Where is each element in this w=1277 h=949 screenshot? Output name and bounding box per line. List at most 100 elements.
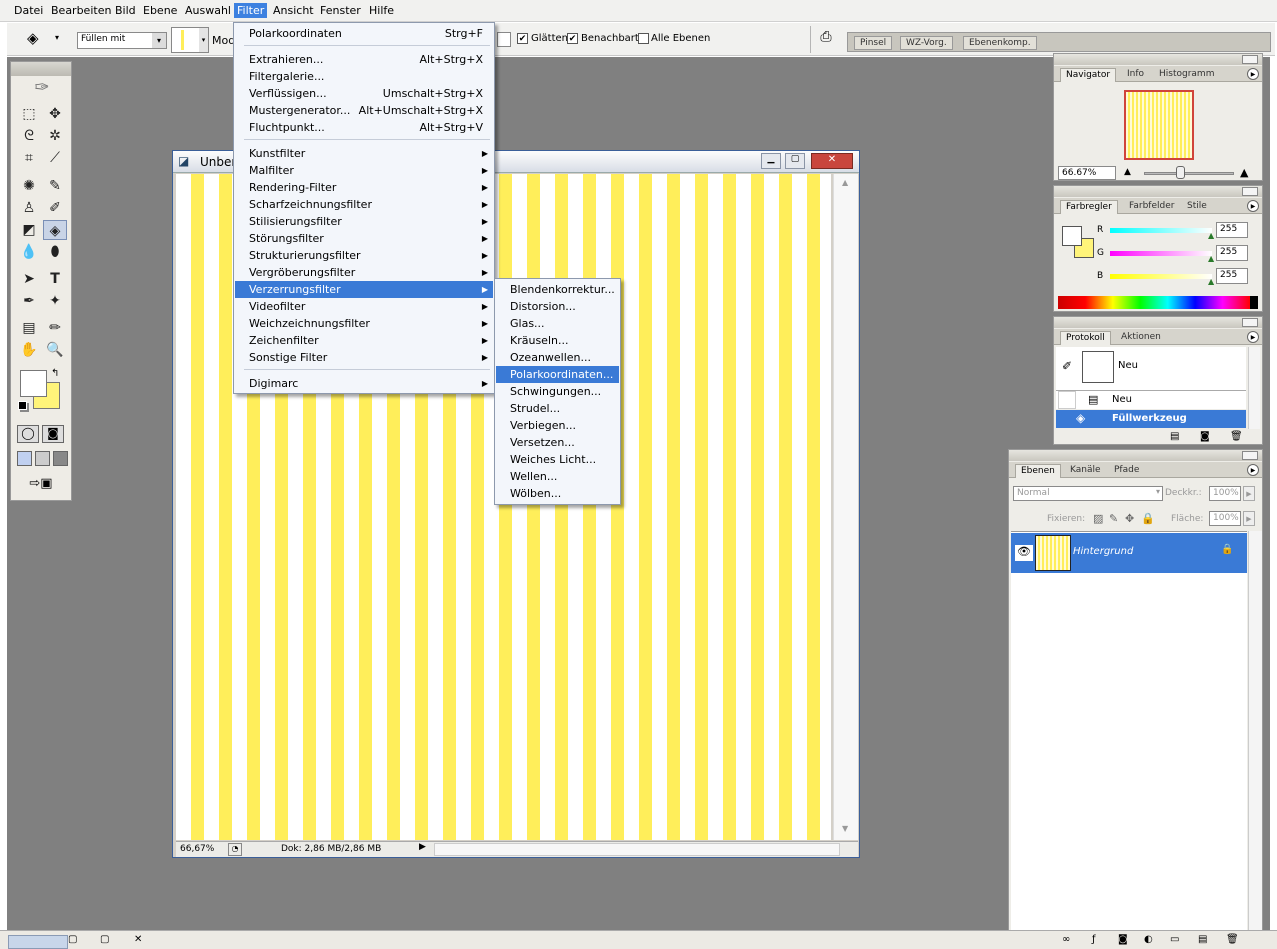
screen-mode-full-menu-icon[interactable] [35, 451, 50, 466]
navigator-zoom-field[interactable]: 66.67% [1058, 166, 1116, 180]
status-options-icon[interactable]: ◔ [228, 843, 242, 856]
minimize-button[interactable]: ▁ [761, 153, 781, 169]
panel-title-bar[interactable] [1054, 186, 1262, 197]
crop-tool-icon[interactable]: ⌗ [17, 148, 41, 168]
status-arrow-icon[interactable]: ▶ [419, 842, 426, 852]
submenu-item[interactable]: Blendenkorrektur... [496, 281, 619, 298]
quick-mask-icon[interactable]: ◙ [42, 425, 64, 443]
menu-item-submenu[interactable]: Störungsfilter ▶ [235, 230, 493, 247]
tab-layers[interactable]: Ebenen [1015, 464, 1061, 478]
menu-item-digimarc[interactable]: Digimarc ▶ [235, 375, 493, 392]
history-scrollbar[interactable] [1248, 347, 1260, 429]
new-layer-icon[interactable]: ▤ [1198, 934, 1207, 945]
zoom-slider[interactable] [1144, 172, 1234, 175]
panel-title-bar[interactable] [1054, 54, 1262, 65]
zoom-slider-thumb[interactable] [1176, 166, 1185, 179]
history-step[interactable]: ▤ Neu [1056, 391, 1246, 409]
tab-channels[interactable]: Kanäle [1065, 464, 1106, 478]
minimize-panel-icon[interactable] [1242, 451, 1258, 460]
default-colors-icon[interactable] [18, 401, 27, 410]
menu-item-submenu[interactable]: Malfilter ▶ [235, 162, 493, 179]
panel-menu-icon[interactable]: ▶ [1247, 331, 1259, 343]
panel-menu-icon[interactable]: ▶ [1247, 464, 1259, 476]
fill-field[interactable]: 100% [1209, 511, 1241, 526]
tab-info[interactable]: Info [1122, 68, 1149, 82]
menu-item-pattern-maker[interactable]: Mustergenerator... Alt+Umschalt+Strg+X [235, 102, 493, 119]
history-snapshot-row[interactable]: ✐ Neu [1056, 347, 1246, 391]
menu-item-last-filter[interactable]: Polarkoordinaten Strg+F [235, 25, 493, 42]
menu-ebene[interactable]: Ebene [143, 4, 177, 17]
toolbox-title-bar[interactable] [11, 62, 71, 76]
menu-fenster[interactable]: Fenster [320, 4, 361, 17]
screen-mode-full-icon[interactable] [53, 451, 68, 466]
color-ramp-black[interactable] [1250, 296, 1258, 309]
menu-item-vanishing-point[interactable]: Fluchtpunkt... Alt+Strg+V [235, 119, 493, 136]
well-tab-tool-presets[interactable]: WZ-Vorg. [900, 36, 953, 50]
menu-auswahl[interactable]: Auswahl [185, 4, 231, 17]
submenu-item[interactable]: Wellen... [496, 468, 619, 485]
zoom-out-icon[interactable]: ▲ [1124, 167, 1131, 177]
menu-item-submenu[interactable]: Videofilter ▶ [235, 298, 493, 315]
jump-to-imageready-icon[interactable]: ⇨▣ [17, 476, 65, 494]
history-source-box[interactable] [1058, 391, 1076, 409]
trash-icon[interactable]: 🗑 [1230, 431, 1243, 442]
layer-style-icon[interactable]: ƒ [1092, 934, 1096, 945]
notes-tool-icon[interactable]: ▤ [17, 318, 41, 338]
menu-item-submenu[interactable]: Scharfzeichnungsfilter ▶ [235, 196, 493, 213]
smooth-checkbox[interactable]: ✔ [517, 33, 528, 44]
submenu-item[interactable]: Wölben... [496, 485, 619, 502]
menu-item-submenu[interactable]: Rendering-Filter ▶ [235, 179, 493, 196]
history-step-active[interactable]: ◈ Füllwerkzeug [1056, 410, 1246, 428]
menu-filter[interactable]: Filter [234, 3, 268, 18]
eyedropper-icon[interactable]: ✏ [43, 318, 67, 338]
panel-menu-icon[interactable]: ▶ [1247, 200, 1259, 212]
pen-tool-icon[interactable]: ✒ [17, 291, 41, 311]
menu-item-submenu[interactable]: Vergröberungsfilter ▶ [235, 264, 493, 281]
tab-paths[interactable]: Pfade [1109, 464, 1144, 478]
layer-mask-icon[interactable]: ◙ [1118, 934, 1128, 945]
color-ramp[interactable] [1058, 296, 1250, 309]
history-brush-source-icon[interactable]: ✐ [1062, 359, 1072, 373]
delete-layer-icon[interactable]: 🗑 [1226, 934, 1239, 945]
standard-mode-icon[interactable]: ◯ [17, 425, 39, 443]
submenu-item[interactable]: Weiches Licht... [496, 451, 619, 468]
vertical-scrollbar[interactable]: ▲ ▼ [833, 174, 858, 840]
submenu-item[interactable]: Strudel... [496, 400, 619, 417]
stamp-tool-icon[interactable]: ♙ [17, 198, 41, 218]
feather-logo-icon[interactable]: ✑ [15, 77, 69, 99]
pattern-swatch[interactable]: ▾ [171, 27, 209, 53]
submenu-item[interactable]: Kräuseln... [496, 332, 619, 349]
slider-thumb-icon[interactable]: ▲ [1208, 277, 1214, 286]
swap-colors-icon[interactable]: ↰ [51, 368, 59, 379]
history-brush-icon[interactable]: ✐ [43, 198, 67, 218]
navigator-thumbnail[interactable] [1124, 90, 1194, 160]
menu-item-distort-filter[interactable]: Verzerrungsfilter ▶ [235, 281, 493, 298]
minimize-panel-icon[interactable] [1242, 55, 1258, 64]
blend-mode-select[interactable]: Normal ▾ [1013, 486, 1163, 501]
restore-icon[interactable]: ▢ [68, 934, 77, 945]
blur-tool-icon[interactable]: 💧 [17, 242, 41, 262]
lasso-tool-icon[interactable]: ᘓ [17, 126, 41, 146]
layers-scrollbar[interactable] [1248, 531, 1262, 936]
green-value-field[interactable]: 255 [1216, 245, 1248, 261]
menu-item-submenu[interactable]: Zeichenfilter ▶ [235, 332, 493, 349]
blue-value-field[interactable]: 255 [1216, 268, 1248, 284]
healing-brush-icon[interactable]: ✺ [17, 176, 41, 196]
maximize-icon[interactable]: ▢ [100, 934, 109, 945]
maximize-button[interactable]: ▢ [785, 153, 805, 169]
submenu-item-polar-coordinates[interactable]: Polarkoordinaten... [496, 366, 619, 383]
zoom-tool-icon[interactable]: 🔍 [43, 340, 67, 360]
close-button[interactable]: ✕ [811, 153, 853, 169]
fg-color-swatch[interactable] [1062, 226, 1082, 246]
dodge-tool-icon[interactable]: ⬮ [43, 242, 67, 262]
red-slider[interactable] [1110, 228, 1212, 233]
close-icon[interactable]: ✕ [134, 934, 142, 945]
scroll-down-icon[interactable]: ▼ [842, 824, 848, 833]
move-tool-icon[interactable]: ✥ [43, 104, 67, 124]
minimize-panel-icon[interactable] [1242, 187, 1258, 196]
blue-slider[interactable] [1110, 274, 1212, 279]
layer-row[interactable]: 👁 Hintergrund 🔒 [1011, 533, 1247, 573]
menu-item-submenu[interactable]: Strukturierungsfilter ▶ [235, 247, 493, 264]
chevron-right-icon[interactable]: ▶ [1243, 511, 1255, 526]
horizontal-scrollbar[interactable] [434, 843, 840, 856]
